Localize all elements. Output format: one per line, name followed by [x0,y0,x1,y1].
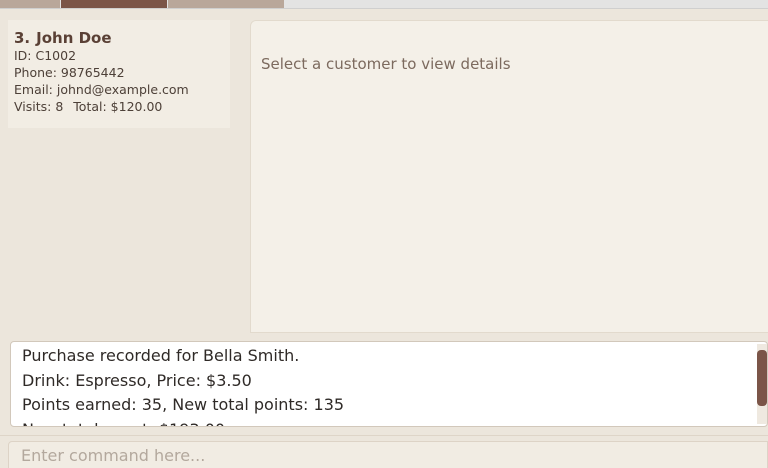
command-input[interactable] [8,441,768,468]
customer-id: ID: C1002 [14,48,77,63]
customer-list-panel: 3. John Doe ID: C1002 Phone: 98765442 Ema… [0,9,248,333]
tab-2-active[interactable] [61,0,167,8]
customer-visits: Visits: 8 [14,99,64,114]
details-placeholder: Select a customer to view details [261,55,511,73]
tab-strip [0,0,768,9]
tab-3[interactable] [168,0,284,8]
customer-card[interactable]: 3. John Doe ID: C1002 Phone: 98765442 Ema… [8,20,230,128]
result-display[interactable]: Purchase recorded for Bella Smith. Drink… [10,341,768,427]
customer-stats: Visits: 8 Total: $120.00 [14,98,230,115]
result-scrollbar[interactable] [757,344,767,424]
customer-index: 3. [14,29,31,47]
tab-1[interactable] [0,0,60,8]
result-line: Drink: Espresso, Price: $3.50 [22,370,252,390]
result-display-area: Purchase recorded for Bella Smith. Drink… [0,333,768,435]
result-line: Purchase recorded for Bella Smith. [22,346,300,365]
result-line: New total spent: $193.00 [22,418,752,427]
customer-email: Email: johnd@example.com [14,82,189,97]
customer-total: Total: $120.00 [73,99,163,114]
customer-card-title: 3. John Doe [14,29,230,47]
result-text: Purchase recorded for Bella Smith. Drink… [22,344,752,427]
customer-phone: Phone: 98765442 [14,65,125,80]
result-scrollbar-thumb[interactable] [757,350,767,406]
customer-details-panel: Select a customer to view details [250,20,768,333]
customer-name: John Doe [36,29,112,47]
command-bar [0,435,768,468]
result-line: Points earned: 35, New total points: 135 [22,395,345,414]
